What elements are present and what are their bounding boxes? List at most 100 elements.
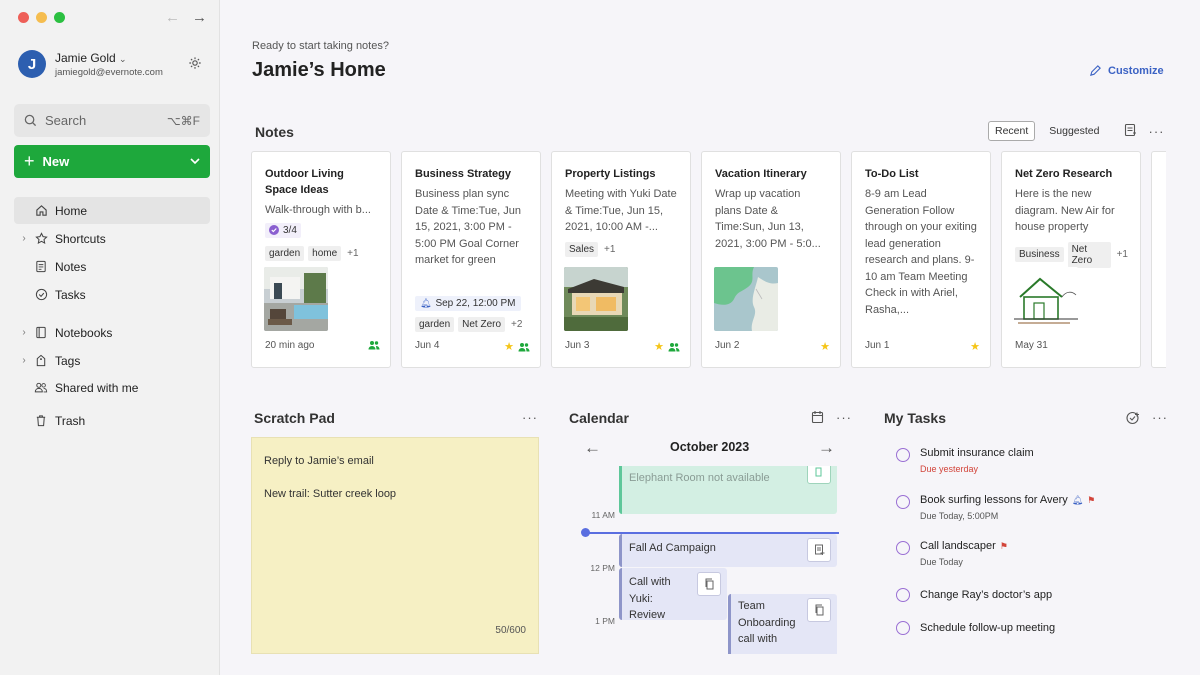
task-checkbox[interactable] xyxy=(896,495,910,509)
scratch-line: New trail: Sutter creek loop xyxy=(264,487,397,500)
greeting: Ready to start taking notes? xyxy=(252,40,389,52)
check-circle-icon xyxy=(34,288,48,302)
note-title: Vacation Itinerary xyxy=(715,168,807,180)
pencil-icon xyxy=(1090,65,1101,76)
reminder-badge[interactable]: 🔔︎ Sep 22, 12:00 PM xyxy=(415,296,521,311)
star-icon[interactable]: ★ xyxy=(504,340,514,353)
previous-month-arrow[interactable]: ← xyxy=(584,438,601,458)
tab-recent[interactable]: Recent xyxy=(988,121,1036,141)
task-checkbox[interactable] xyxy=(896,541,910,555)
tag-chip[interactable]: Sales xyxy=(565,241,599,257)
next-month-arrow[interactable]: → xyxy=(818,438,835,458)
note-date: Jun 3 xyxy=(565,340,590,351)
task-item[interactable]: Submit insurance claim Due yesterday xyxy=(896,447,1034,474)
tab-suggested[interactable]: Suggested xyxy=(1043,122,1105,140)
star-icon xyxy=(34,232,48,246)
task-item[interactable]: Change Ray’s doctor’s app xyxy=(896,587,1052,602)
task-item[interactable]: Schedule follow-up meeting xyxy=(896,620,1055,635)
scratch-pad[interactable]: Reply to Jamie’s email New trail: Sutter… xyxy=(251,437,539,654)
more-options-icon[interactable]: ··· xyxy=(522,410,538,425)
sidebar-item-notes[interactable]: Notes xyxy=(14,253,210,280)
search-icon xyxy=(24,114,37,127)
note-card[interactable]: To-Do List 8-9 am Lead Generation Follow… xyxy=(851,151,991,368)
back-arrow-icon[interactable]: ← xyxy=(165,9,180,26)
new-note-icon[interactable] xyxy=(807,538,831,562)
copy-icon[interactable] xyxy=(697,572,721,596)
sidebar-item-home[interactable]: Home xyxy=(14,197,210,224)
close-window-button[interactable] xyxy=(18,12,29,23)
task-due: Due Today xyxy=(920,557,963,567)
notes-carousel: Outdoor Living Space Ideas Walk-through … xyxy=(251,151,1166,369)
chevron-right-icon[interactable]: › xyxy=(14,233,34,244)
note-date: Jun 1 xyxy=(865,340,890,351)
note-date: Jun 4 xyxy=(415,340,440,351)
chevron-down-icon: ⌄ xyxy=(119,53,127,64)
minimize-window-button[interactable] xyxy=(36,12,47,23)
more-tags[interactable]: +1 xyxy=(347,248,358,259)
note-card[interactable] xyxy=(1151,151,1166,368)
gear-icon[interactable] xyxy=(188,56,202,75)
calendar-event[interactable]: Elephant Room not available xyxy=(619,466,837,514)
sidebar-item-tasks[interactable]: Tasks xyxy=(14,281,210,308)
tag-chip[interactable]: Net Zero xyxy=(458,317,506,332)
note-card[interactable]: Business Strategy Business plan sync Dat… xyxy=(401,151,541,368)
account-switcher[interactable]: J Jamie Gold ⌄ jamiegold@evernote.com xyxy=(18,50,163,78)
task-checkbox[interactable] xyxy=(896,621,910,635)
chevron-right-icon[interactable]: › xyxy=(14,355,34,366)
star-icon[interactable]: ★ xyxy=(654,340,664,353)
sidebar-item-trash[interactable]: Trash xyxy=(14,407,210,434)
plus-icon: + xyxy=(24,151,35,171)
scratch-line: Reply to Jamie’s email xyxy=(264,455,374,467)
forward-arrow-icon[interactable]: → xyxy=(192,9,207,26)
tag-chip[interactable]: garden xyxy=(415,317,455,332)
reminder-text: Sep 22, 12:00 PM xyxy=(435,298,516,309)
chevron-down-icon[interactable] xyxy=(190,154,200,169)
star-icon[interactable]: ★ xyxy=(970,340,980,353)
note-card[interactable]: Outdoor Living Space Ideas Walk-through … xyxy=(251,151,391,368)
more-tags[interactable]: +1 xyxy=(604,244,615,255)
calendar-event[interactable]: Fall Ad Campaign xyxy=(619,534,837,567)
tag-chip[interactable]: garden xyxy=(265,246,305,261)
sidebar-item-label: Notes xyxy=(55,259,87,274)
history-nav: ← → xyxy=(165,9,207,26)
more-tags[interactable]: +2 xyxy=(511,319,522,330)
sidebar-item-shortcuts[interactable]: › Shortcuts xyxy=(14,225,210,252)
note-card[interactable]: Vacation Itinerary Wrap up vacation plan… xyxy=(701,151,841,368)
task-progress-badge: 3/4 xyxy=(265,222,301,238)
note-card[interactable]: Net Zero Research Here is the new diagra… xyxy=(1001,151,1141,368)
search-input[interactable]: Search ⌥⌘F xyxy=(14,104,210,137)
sidebar-item-shared[interactable]: Shared with me xyxy=(14,374,210,401)
sidebar-item-tags[interactable]: › Tags xyxy=(14,347,210,374)
tag-chip[interactable]: Business xyxy=(1015,247,1064,262)
calendar-day-view: Elephant Room not available 11 AM Fall A… xyxy=(581,466,839,654)
star-icon[interactable]: ★ xyxy=(820,340,830,353)
note-snippet: Walk-through with b... xyxy=(265,204,371,216)
copy-icon[interactable] xyxy=(807,598,831,622)
sidebar: ← → J Jamie Gold ⌄ jamiegold@evernote.co… xyxy=(0,0,220,675)
more-options-icon[interactable]: ··· xyxy=(1152,410,1168,425)
calendar-icon[interactable] xyxy=(811,410,824,429)
task-item[interactable]: Call landscaper ⚑ Due Today xyxy=(896,540,1008,567)
maximize-window-button[interactable] xyxy=(54,12,65,23)
task-item[interactable]: Book surfing lessons for Avery 🔔︎ ⚑ Due … xyxy=(896,494,1095,521)
new-button[interactable]: + New xyxy=(14,145,210,178)
new-task-icon[interactable] xyxy=(1126,411,1140,430)
chevron-right-icon[interactable]: › xyxy=(14,327,34,338)
notes-toolbar: Recent Suggested ··· xyxy=(988,121,1165,141)
task-checkbox[interactable] xyxy=(896,448,910,462)
note-card[interactable]: Property Listings Meeting with Yuki Date… xyxy=(551,151,691,368)
patio-photo xyxy=(264,267,328,331)
tag-chip[interactable]: Net Zero xyxy=(1067,241,1111,268)
new-note-icon[interactable] xyxy=(1124,123,1137,140)
trash-icon xyxy=(34,414,48,428)
tag-chip[interactable]: home xyxy=(308,246,342,261)
new-note-icon[interactable] xyxy=(807,466,831,484)
task-progress-text: 3/4 xyxy=(283,224,297,236)
more-options-icon[interactable]: ··· xyxy=(1149,124,1165,139)
more-tags[interactable]: +1 xyxy=(1117,249,1128,260)
calendar-title: Calendar xyxy=(569,410,629,426)
more-options-icon[interactable]: ··· xyxy=(836,410,852,425)
customize-button[interactable]: Customize xyxy=(1089,64,1164,77)
sidebar-item-notebooks[interactable]: › Notebooks xyxy=(14,319,210,346)
task-checkbox[interactable] xyxy=(896,588,910,602)
